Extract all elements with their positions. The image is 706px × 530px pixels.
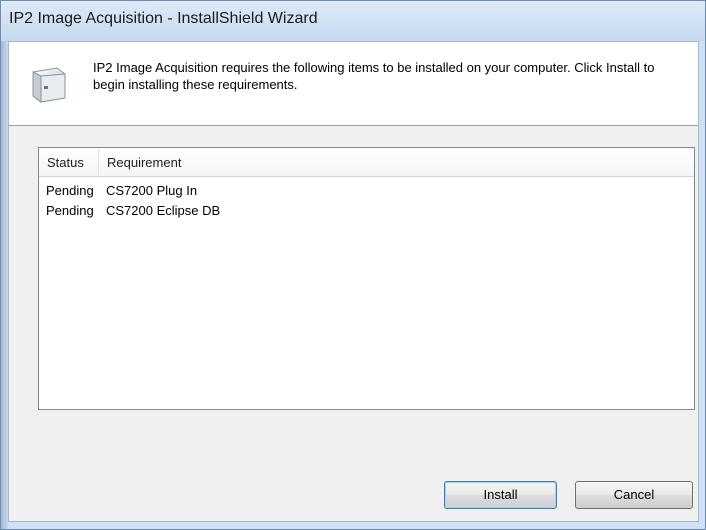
window-frame-edge: [1, 41, 8, 529]
cancel-button[interactable]: Cancel: [575, 481, 693, 509]
header-message: IP2 Image Acquisition requires the follo…: [93, 60, 655, 92]
column-header-requirement[interactable]: Requirement: [99, 148, 694, 176]
column-header-label: Status: [47, 155, 84, 170]
computer-icon: [27, 62, 71, 106]
column-header-status[interactable]: Status: [39, 148, 99, 176]
list-row[interactable]: Pending CS7200 Eclipse DB: [39, 201, 694, 221]
requirements-list[interactable]: Status Requirement Pending CS7200 Plug I…: [38, 147, 695, 410]
column-header-label: Requirement: [107, 155, 182, 170]
window-title: IP2 Image Acquisition - InstallShield Wi…: [9, 10, 318, 27]
install-button[interactable]: Install: [444, 481, 557, 509]
wizard-header-panel: IP2 Image Acquisition requires the follo…: [9, 42, 698, 126]
list-header: Status Requirement: [39, 148, 694, 177]
row-status: Pending: [46, 183, 94, 198]
dialog-client-area: IP2 Image Acquisition requires the follo…: [8, 41, 699, 522]
list-row[interactable]: Pending CS7200 Plug In: [39, 181, 694, 201]
installshield-wizard-window: IP2 Image Acquisition - InstallShield Wi…: [0, 0, 706, 530]
row-requirement: CS7200 Plug In: [106, 183, 198, 198]
row-requirement: CS7200 Eclipse DB: [106, 203, 221, 218]
title-bar[interactable]: IP2 Image Acquisition - InstallShield Wi…: [1, 1, 705, 41]
row-status: Pending: [46, 203, 94, 218]
